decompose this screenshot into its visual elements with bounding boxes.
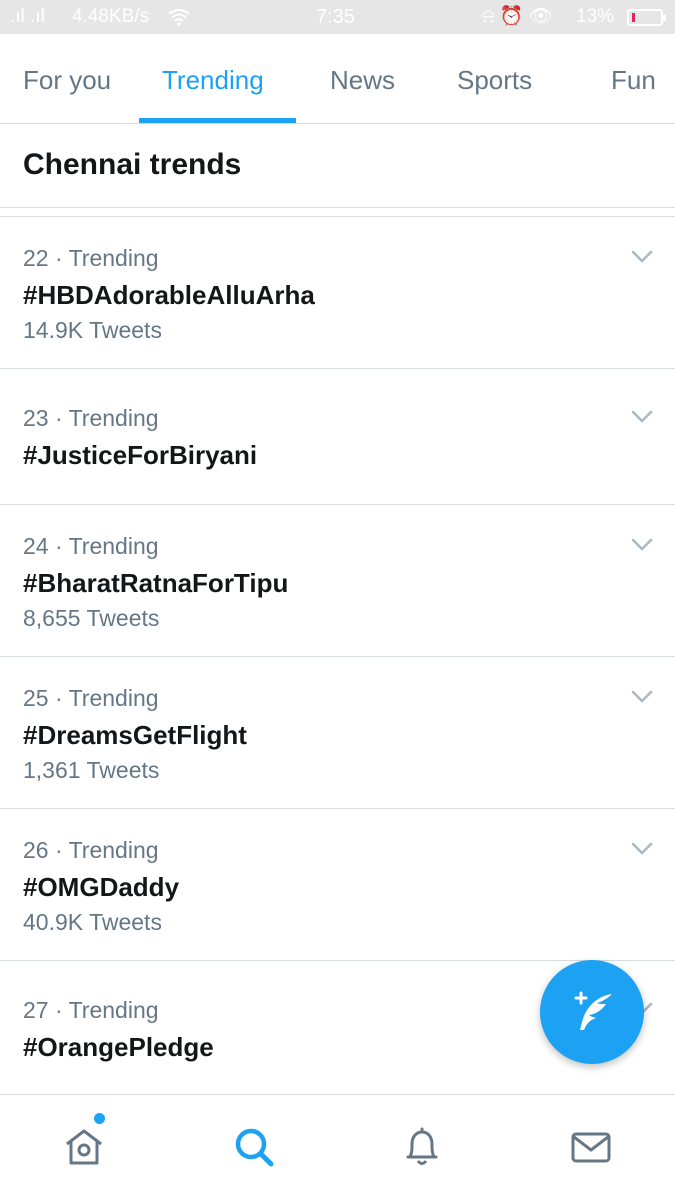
tab-for-you[interactable]: For you: [23, 64, 111, 96]
active-tab-indicator: [139, 118, 296, 123]
battery-percent: 13%: [576, 6, 615, 27]
explore-tabs: For you Trending News Sports Fun: [0, 34, 675, 124]
trend-item[interactable]: 25 · Trending #DreamsGetFlight 1,361 Twe…: [0, 657, 675, 809]
trend-hashtag[interactable]: #OrangePledge: [23, 1032, 214, 1063]
clock: 7:35: [316, 6, 355, 28]
trend-rank: 25 · Trending: [23, 685, 159, 711]
trend-tweet-count: 14.9K Tweets: [23, 317, 162, 343]
nav-home[interactable]: [62, 1125, 106, 1169]
trend-item[interactable]: 23 · Trending #JusticeForBiryani: [0, 369, 675, 505]
tab-sports[interactable]: Sports: [457, 64, 532, 96]
signal-strength-icon: .ıl .ıl: [10, 6, 45, 27]
trend-item[interactable]: 26 · Trending #OMGDaddy 40.9K Tweets: [0, 809, 675, 961]
home-icon: [66, 1129, 102, 1165]
compose-tweet-icon: [574, 991, 612, 1030]
network-speed: 4.48KB/s: [72, 6, 150, 27]
section-header: Chennai trends: [0, 124, 675, 208]
battery-icon: [627, 9, 666, 26]
bottom-nav: [0, 1094, 675, 1200]
trend-hashtag[interactable]: #DreamsGetFlight: [23, 720, 247, 751]
search-icon: [235, 1128, 274, 1167]
trend-rank: 22 · Trending: [23, 245, 159, 271]
trend-tweet-count: 1,361 Tweets: [23, 757, 160, 783]
trend-rank: 24 · Trending: [23, 533, 159, 559]
nav-search[interactable]: [232, 1125, 276, 1169]
trend-tweet-count: 8,655 Tweets: [23, 605, 160, 631]
trend-hashtag[interactable]: #JusticeForBiryani: [23, 440, 257, 471]
chevron-down-icon[interactable]: [631, 538, 653, 552]
trend-rank: 26 · Trending: [23, 837, 159, 863]
notifications-bell-icon: [406, 1127, 438, 1165]
trend-item[interactable]: 24 · Trending #BharatRatnaForTipu 8,655 …: [0, 505, 675, 657]
nav-notifications[interactable]: [400, 1125, 444, 1169]
unread-dot: [94, 1113, 105, 1124]
page-title: Chennai trends: [23, 148, 242, 181]
compose-tweet-button[interactable]: [540, 960, 644, 1064]
messages-envelope-icon: [571, 1132, 611, 1163]
chevron-down-icon[interactable]: [631, 842, 653, 856]
wifi-icon: [168, 8, 190, 32]
chevron-down-icon[interactable]: [631, 250, 653, 264]
trend-rank: 27 · Trending: [23, 997, 159, 1023]
status-bar: .ıl .ıl 4.48KB/s 7:35 ⍾ ⏰ 👁 13%: [0, 0, 675, 34]
trend-rank: 23 · Trending: [23, 405, 159, 431]
trend-tweet-count: 40.9K Tweets: [23, 909, 162, 935]
trend-hashtag[interactable]: #HBDAdorableAlluArha: [23, 280, 315, 311]
system-status-icons: ⍾ ⏰ 👁: [482, 6, 553, 27]
trend-hashtag[interactable]: #BharatRatnaForTipu: [23, 568, 288, 599]
chevron-down-icon[interactable]: [631, 410, 653, 424]
chevron-down-icon[interactable]: [631, 690, 653, 704]
nav-messages[interactable]: [569, 1125, 613, 1169]
tab-news[interactable]: News: [330, 64, 395, 96]
tab-fun[interactable]: Fun: [611, 64, 656, 96]
tab-trending[interactable]: Trending: [162, 64, 264, 96]
trend-item[interactable]: 22 · Trending #HBDAdorableAlluArha 14.9K…: [0, 217, 675, 369]
trend-hashtag[interactable]: #OMGDaddy: [23, 872, 179, 903]
